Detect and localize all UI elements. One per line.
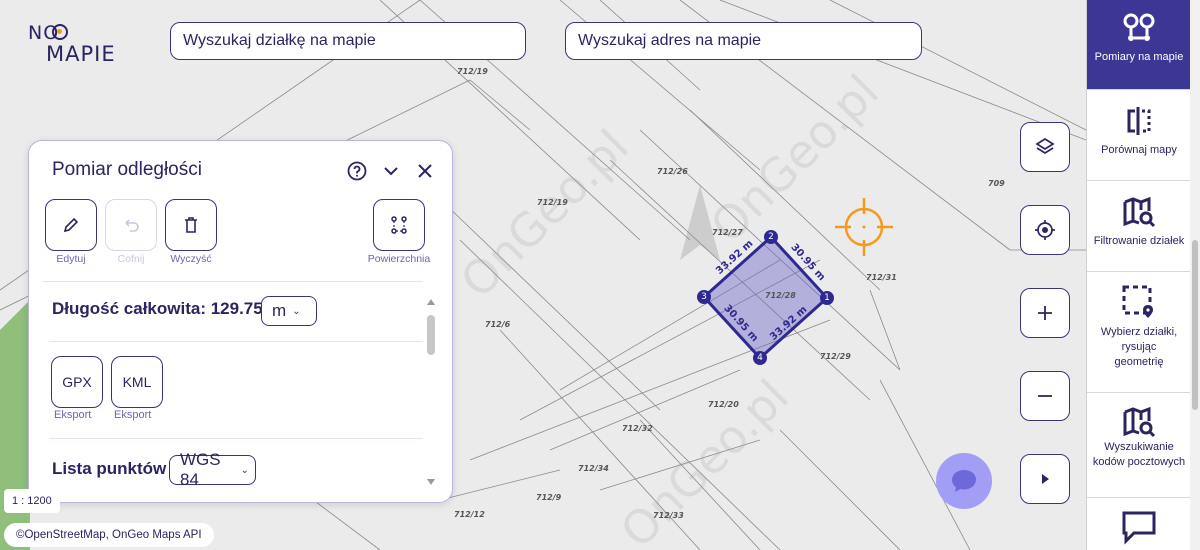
sidebar-label: Porównaj mapy xyxy=(1101,144,1177,156)
measure-pins-icon xyxy=(1123,13,1155,41)
panel-divider xyxy=(49,341,423,342)
export-gpx-label: Eksport xyxy=(54,409,92,421)
sidebar-item-filter[interactable]: Filtrowanie działek xyxy=(1087,182,1191,272)
parcel-label: 712/29 xyxy=(820,352,851,361)
scroll-down-icon[interactable] xyxy=(427,479,435,485)
unit-value: m xyxy=(272,301,287,320)
locate-button[interactable] xyxy=(1020,205,1070,255)
undo-button[interactable] xyxy=(105,199,157,251)
chat-bubble-icon xyxy=(952,470,976,492)
measure-vertex[interactable]: 2 xyxy=(764,230,778,244)
parcel-label: 712/20 xyxy=(708,400,739,409)
parcel-label: 712/12 xyxy=(454,510,485,519)
clear-label: Wyczyść xyxy=(170,253,212,265)
trash-icon xyxy=(185,217,197,233)
points-list-label: Lista punktów xyxy=(52,459,167,478)
layers-button[interactable] xyxy=(1020,122,1070,172)
zoom-in-button[interactable] xyxy=(1020,288,1070,338)
play-icon xyxy=(1042,474,1049,484)
sidebar-scrollbar[interactable] xyxy=(1190,0,1200,550)
clear-button[interactable] xyxy=(165,199,217,251)
question-circle-icon[interactable] xyxy=(347,161,367,181)
undo-icon xyxy=(125,219,139,232)
address-search-label: Wyszukaj adres na mapie xyxy=(578,32,762,49)
export-gpx-button[interactable]: GPX xyxy=(51,356,103,408)
parcel-label: 712/32 xyxy=(622,424,653,433)
unit-select[interactable]: m ⌄ xyxy=(261,296,317,326)
scrollbar-thumb[interactable] xyxy=(427,315,435,355)
sidebar-label: Pomiary na mapie xyxy=(1094,51,1184,63)
area-points-icon xyxy=(391,216,407,234)
crs-value: WGS 84 xyxy=(180,450,221,489)
area-label: Powierzchnia xyxy=(367,253,431,265)
parcel-search-input[interactable]: Wyszukaj działkę na mapie xyxy=(170,22,526,60)
area-button[interactable] xyxy=(373,199,425,251)
plus-icon xyxy=(1038,306,1052,320)
scroll-up-icon[interactable] xyxy=(427,299,435,305)
measure-vertex[interactable]: 1 xyxy=(820,291,834,305)
undo-label: Cofnij xyxy=(117,253,145,265)
parcel-label: 712/19 xyxy=(457,67,488,76)
parcel-label: 712/31 xyxy=(866,273,897,282)
export-kml-button[interactable]: KML xyxy=(111,356,163,408)
sidebar-item-measure[interactable]: Pomiary na mapie xyxy=(1087,0,1191,90)
map-search-icon xyxy=(1123,406,1156,438)
target-icon xyxy=(1035,220,1055,240)
close-icon[interactable] xyxy=(415,161,435,181)
address-search-input[interactable]: Wyszukaj adres na mapie xyxy=(565,22,922,60)
sidebar-item-compare[interactable]: Porównaj mapy xyxy=(1087,91,1191,181)
sidebar-label: Filtrowanie działek xyxy=(1093,235,1185,247)
parcel-label: 712/26 xyxy=(657,167,688,176)
measure-distance-panel: Pomiar odległości Edytuj Cofnij Wyczyść … xyxy=(28,140,453,503)
chat-button[interactable] xyxy=(936,453,992,509)
chevron-down-icon: ⌄ xyxy=(292,305,301,317)
panel-scrollbar[interactable] xyxy=(425,299,437,489)
minus-icon xyxy=(1038,395,1052,397)
crs-select[interactable]: WGS 84 ⌄ xyxy=(169,450,256,489)
measure-vertex[interactable]: 3 xyxy=(697,290,711,304)
sidebar-label: Wybierz działki, rysując geometrię xyxy=(1100,326,1178,368)
edit-label: Edytuj xyxy=(56,253,86,265)
total-length: Długość całkowita: 129.75 xyxy=(52,299,263,318)
pencil-icon xyxy=(63,217,79,233)
compare-maps-icon xyxy=(1127,107,1151,135)
sidebar-label: Wyszukiwanie kodów pocztowych xyxy=(1092,441,1186,468)
location-pin-icon xyxy=(52,24,68,40)
panel-divider xyxy=(43,281,423,282)
edit-button[interactable] xyxy=(45,199,97,251)
chat-icon xyxy=(1122,511,1156,545)
parcel-label: 712/34 xyxy=(578,464,609,473)
tools-sidebar: Pomiary na mapie Porównaj mapy Filtrowan… xyxy=(1086,0,1200,550)
app-logo[interactable]: NO MAPIE xyxy=(28,22,138,68)
measure-vertex[interactable]: 4 xyxy=(753,351,767,365)
parcel-label: 712/33 xyxy=(653,511,684,520)
logo-text-bottom: MAPIE xyxy=(46,42,116,66)
parcel-label: 712/9 xyxy=(536,493,562,502)
expand-button[interactable] xyxy=(1020,454,1070,504)
parcel-label: 712/6 xyxy=(485,320,511,329)
chevron-down-icon[interactable] xyxy=(381,161,401,181)
parcel-label: 712/28 xyxy=(765,291,796,300)
sidebar-item-postal-codes[interactable]: Wyszukiwanie kodów pocztowych xyxy=(1087,394,1191,498)
zoom-out-button[interactable] xyxy=(1020,371,1070,421)
panel-divider xyxy=(49,438,423,439)
parcel-search-label: Wyszukaj działkę na mapie xyxy=(183,32,376,49)
select-area-icon xyxy=(1122,285,1153,318)
parcel-label: 709 xyxy=(988,179,1005,188)
parcel-label: 712/19 xyxy=(537,198,568,207)
layers-icon xyxy=(1035,137,1055,155)
map-scale: 1 : 1200 xyxy=(4,489,60,513)
parcel-label: 712/27 xyxy=(712,228,743,237)
sidebar-item-chat[interactable] xyxy=(1087,499,1191,550)
export-kml-label: Eksport xyxy=(114,409,152,421)
chevron-down-icon: ⌄ xyxy=(240,464,249,476)
sidebar-item-select-geometry[interactable]: Wybierz działki, rysując geometrię xyxy=(1087,273,1191,393)
map-search-icon xyxy=(1123,196,1156,228)
map-attribution: ©OpenStreetMap, OnGeo Maps API xyxy=(4,523,214,547)
panel-title: Pomiar odległości xyxy=(52,159,202,180)
scrollbar-thumb[interactable] xyxy=(1192,240,1198,410)
